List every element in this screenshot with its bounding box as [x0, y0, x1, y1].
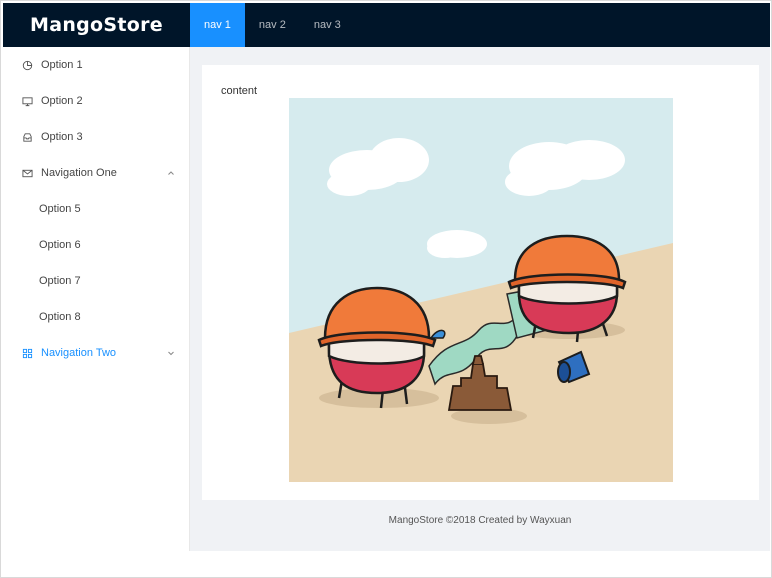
sidebar-item-option-3[interactable]: Option 3 [3, 119, 189, 155]
sidebar-submenu-navigation-two[interactable]: Navigation Two [3, 335, 189, 371]
desktop-icon [21, 95, 33, 107]
mail-icon [21, 167, 33, 179]
sidebar-item-label: Option 8 [39, 311, 81, 323]
sidebar-item-label: Option 1 [41, 59, 83, 71]
logo[interactable]: MangoStore [3, 3, 190, 47]
top-header: MangoStore nav 1 nav 2 nav 3 [3, 3, 770, 47]
sidebar-item-label: Option 3 [41, 131, 83, 143]
sidebar-item-label: Navigation Two [41, 347, 117, 359]
sidebar-item-option-1[interactable]: Option 1 [3, 47, 189, 83]
main-layout: content MangoStore ©2018 Created by Wayx… [190, 47, 770, 551]
pie-chart-icon [21, 59, 33, 71]
sidebar-item-option-7[interactable]: Option 7 [3, 263, 189, 299]
sidebar-item-option-8[interactable]: Option 8 [3, 299, 189, 335]
illustration-image [289, 98, 673, 482]
chevron-down-icon [167, 348, 175, 356]
sidebar: Option 1 Option 2 Option 3 Navigation On… [3, 47, 190, 574]
sidebar-item-label: Option 2 [41, 95, 83, 107]
appstore-icon [21, 347, 33, 359]
sidebar-item-option-2[interactable]: Option 2 [3, 83, 189, 119]
tab-nav-3[interactable]: nav 3 [300, 3, 355, 47]
tab-nav-2[interactable]: nav 2 [245, 3, 300, 47]
content-card: content [202, 65, 759, 500]
bottom-strip [3, 551, 770, 574]
sidebar-item-label: Option 6 [39, 239, 81, 251]
sidebar-submenu-navigation-one[interactable]: Navigation One [3, 155, 189, 191]
sidebar-item-option-5[interactable]: Option 5 [3, 191, 189, 227]
chevron-up-icon [167, 168, 175, 176]
sidebar-item-label: Navigation One [41, 167, 117, 179]
footer: MangoStore ©2018 Created by Wayxuan [388, 515, 572, 526]
top-nav: nav 1 nav 2 nav 3 [190, 3, 355, 47]
tab-nav-1[interactable]: nav 1 [190, 3, 245, 47]
inbox-icon [21, 131, 33, 143]
content-label: content [221, 85, 258, 97]
sidebar-item-label: Option 5 [39, 203, 81, 215]
sidebar-item-label: Option 7 [39, 275, 81, 287]
sidebar-item-option-6[interactable]: Option 6 [3, 227, 189, 263]
